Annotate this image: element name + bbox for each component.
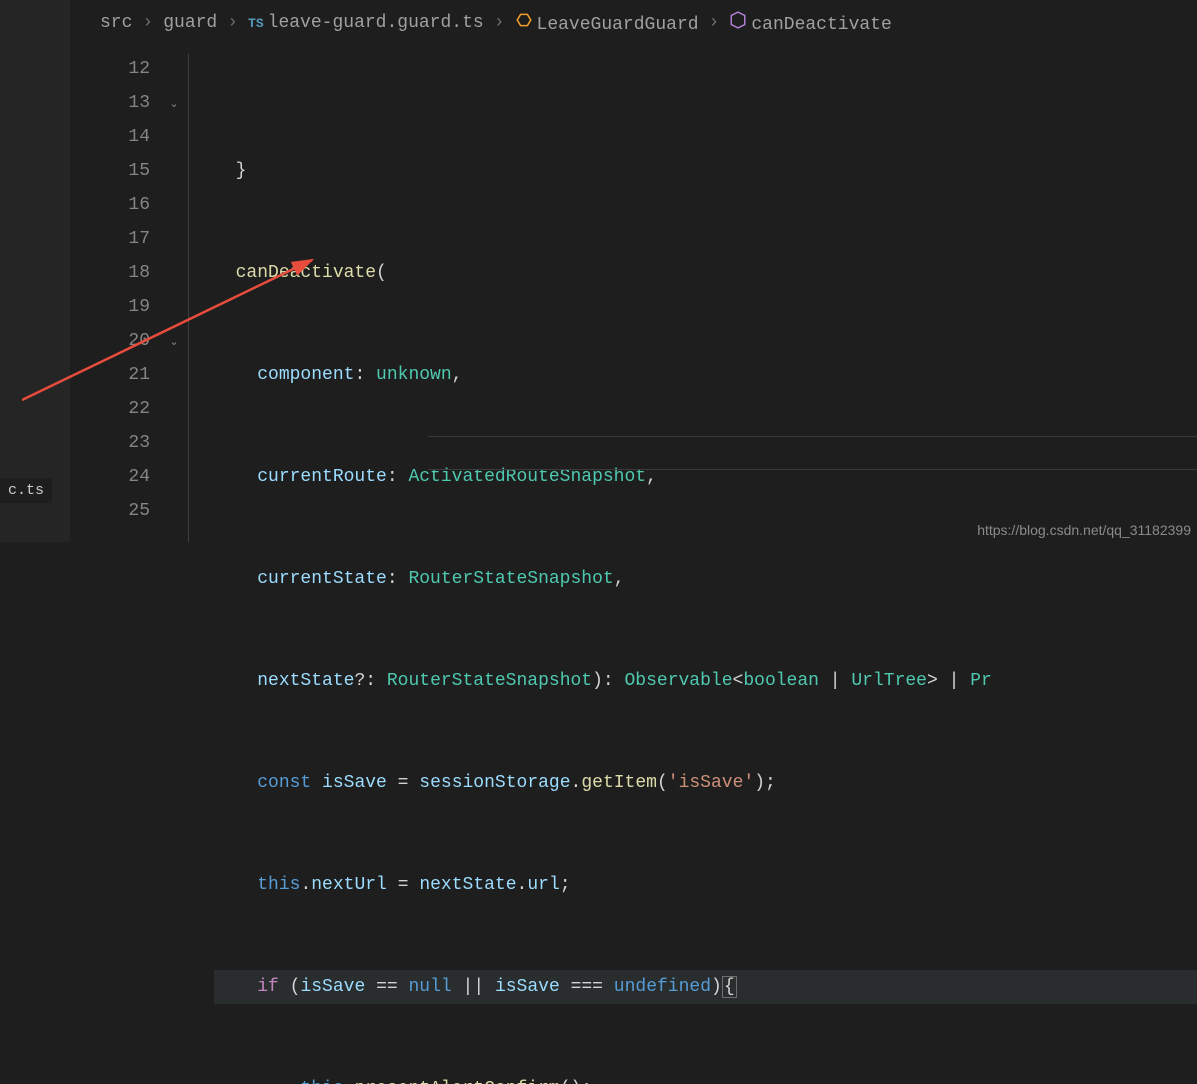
open-file-tab[interactable]: c.ts <box>0 478 52 503</box>
line-number: 13 <box>80 86 150 120</box>
line-number: 15 <box>80 154 150 188</box>
line-number: 14 <box>80 120 150 154</box>
crumb-sep-icon: › <box>490 13 509 33</box>
indent-guide <box>188 52 214 542</box>
class-icon <box>515 11 533 29</box>
method-icon <box>729 11 747 29</box>
fold-chevron-icon[interactable]: ⌄ <box>169 99 178 111</box>
breadcrumb[interactable]: src › guard › TSleave-guard.guard.ts › L… <box>100 8 892 38</box>
crumb-method[interactable]: canDeactivate <box>729 11 891 35</box>
editor-sidebar <box>0 0 70 542</box>
crumb-folder[interactable]: guard <box>163 13 217 33</box>
line-number: 23 <box>80 426 150 460</box>
ts-icon: TS <box>248 16 264 31</box>
fold-chevron-icon[interactable]: ⌄ <box>169 337 178 349</box>
code-area[interactable]: } canDeactivate( component: unknown, cur… <box>214 52 1197 542</box>
line-number: 18 <box>80 256 150 290</box>
fold-column[interactable]: ⌄⌄ <box>160 52 188 542</box>
crumb-sep-icon: › <box>223 13 242 33</box>
code-editor[interactable]: 1213141516171819202122232425 ⌄⌄ } canDea… <box>80 52 1197 542</box>
line-number: 24 <box>80 460 150 494</box>
crumb-folder[interactable]: src <box>100 13 132 33</box>
crumb-sep-icon: › <box>705 13 724 33</box>
crumb-class[interactable]: LeaveGuardGuard <box>515 11 699 35</box>
line-number-gutter: 1213141516171819202122232425 <box>80 52 160 542</box>
line-number: 16 <box>80 188 150 222</box>
line-number: 22 <box>80 392 150 426</box>
line-number: 17 <box>80 222 150 256</box>
crumb-sep-icon: › <box>138 13 157 33</box>
line-number: 20 <box>80 324 150 358</box>
crumb-file[interactable]: TSleave-guard.guard.ts <box>248 13 484 33</box>
line-number: 19 <box>80 290 150 324</box>
line-number: 12 <box>80 52 150 86</box>
line-number: 21 <box>80 358 150 392</box>
line-number: 25 <box>80 494 150 528</box>
watermark-text: https://blog.csdn.net/qq_31182399 <box>977 522 1191 538</box>
